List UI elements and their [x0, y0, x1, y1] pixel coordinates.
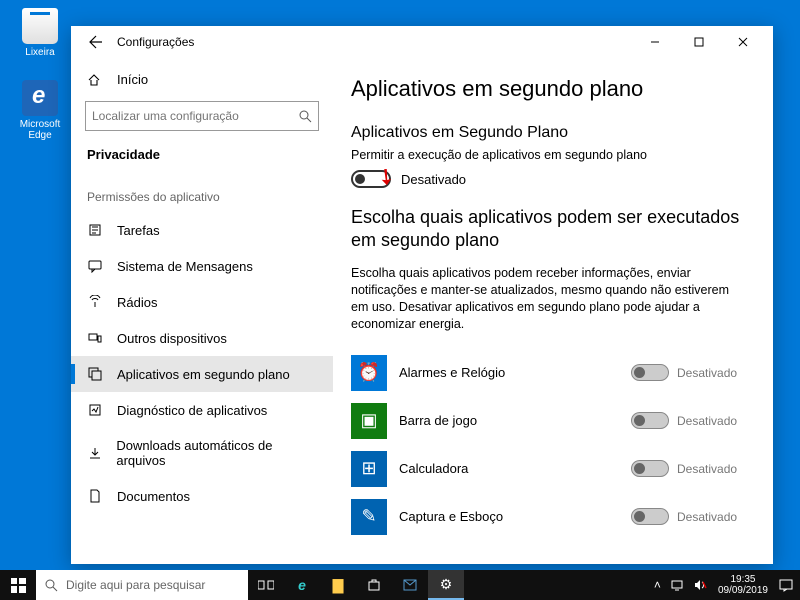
app-toggle-state: Desativado [677, 366, 743, 380]
settings-search-input[interactable] [92, 109, 298, 123]
nav-label: Rádios [117, 295, 157, 310]
tray-chevron-up-icon[interactable]: ˄ [649, 578, 666, 592]
clock-date: 09/09/2019 [718, 585, 768, 596]
documents-icon [87, 488, 103, 504]
page-heading: Aplicativos em segundo plano [351, 76, 743, 102]
tray-network-icon[interactable] [666, 579, 689, 591]
app-row: ⏰ Alarmes e Relógio Desativado [351, 349, 743, 397]
tasks-icon [87, 222, 103, 238]
devices-icon [87, 330, 103, 346]
task-view-button[interactable] [248, 570, 284, 600]
back-button[interactable] [79, 26, 111, 58]
home-link[interactable]: Início [71, 64, 333, 95]
app-icon-alarmes: ⏰ [351, 355, 387, 391]
app-row: ▣ Barra de jogo Desativado [351, 397, 743, 445]
downloads-icon [87, 445, 102, 461]
nav-item-tarefas[interactable]: Tarefas [71, 212, 333, 248]
app-name: Barra de jogo [399, 413, 631, 428]
app-toggle-state: Desativado [677, 414, 743, 428]
edge-icon [22, 80, 58, 116]
close-button[interactable] [721, 27, 765, 57]
taskbar-store[interactable] [356, 570, 392, 600]
app-toggle[interactable] [631, 508, 669, 525]
master-toggle-state: Desativado [401, 172, 466, 187]
nav-item-radios[interactable]: Rádios [71, 284, 333, 320]
app-name: Calculadora [399, 461, 631, 476]
category-title: Privacidade [71, 141, 333, 174]
main-panel: Aplicativos em segundo plano Aplicativos… [333, 58, 773, 564]
app-icon-barra-jogo: ▣ [351, 403, 387, 439]
recycle-bin-icon [22, 8, 58, 44]
start-button[interactable] [0, 570, 36, 600]
clock-time: 19:35 [718, 574, 768, 585]
app-toggle[interactable] [631, 412, 669, 429]
home-label: Início [117, 72, 148, 87]
app-toggle-state: Desativado [677, 510, 743, 524]
taskbar-mail[interactable] [392, 570, 428, 600]
app-toggle[interactable] [631, 364, 669, 381]
nav-item-apps-segundo-plano[interactable]: Aplicativos em segundo plano [71, 356, 333, 392]
settings-search[interactable] [85, 101, 319, 131]
search-icon [298, 109, 312, 123]
allow-label: Permitir a execução de aplicativos em se… [351, 148, 743, 162]
taskbar-explorer[interactable]: ▇ [320, 570, 356, 600]
recycle-bin-label: Lixeira [10, 47, 70, 58]
nav-item-diagnostico[interactable]: Diagnóstico de aplicativos [71, 392, 333, 428]
search-icon [44, 578, 58, 592]
diagnostics-icon [87, 402, 103, 418]
titlebar: Configurações [71, 26, 773, 58]
nav-item-outros-dispositivos[interactable]: Outros dispositivos [71, 320, 333, 356]
background-apps-icon [87, 366, 103, 382]
nav-label: Sistema de Mensagens [117, 259, 253, 274]
messaging-icon [87, 258, 103, 274]
app-icon-calculadora: ⊞ [351, 451, 387, 487]
nav-label: Tarefas [117, 223, 160, 238]
tray-volume-icon[interactable] [689, 579, 712, 591]
taskbar-search-placeholder: Digite aqui para pesquisar [66, 578, 205, 592]
section-subheading: Aplicativos em Segundo Plano [351, 124, 743, 142]
choose-heading: Escolha quais aplicativos podem ser exec… [351, 206, 743, 251]
taskbar-search[interactable]: Digite aqui para pesquisar [36, 570, 248, 600]
nav-item-downloads[interactable]: Downloads automáticos de arquivos [71, 428, 333, 478]
app-row: ✎ Captura e Esboço Desativado [351, 493, 743, 541]
taskbar-clock[interactable]: 19:35 09/09/2019 [712, 574, 774, 596]
choose-description: Escolha quais aplicativos podem receber … [351, 265, 743, 333]
permissions-header: Permissões do aplicativo [71, 174, 333, 212]
nav-label: Outros dispositivos [117, 331, 227, 346]
taskbar-edge[interactable]: e [284, 570, 320, 600]
app-name: Captura e Esboço [399, 509, 631, 524]
taskbar-settings[interactable]: ⚙ [428, 570, 464, 600]
minimize-button[interactable] [633, 27, 677, 57]
nav-label: Diagnóstico de aplicativos [117, 403, 267, 418]
app-toggle-state: Desativado [677, 462, 743, 476]
app-row: ⊞ Calculadora Desativado [351, 445, 743, 493]
nav-label: Documentos [117, 489, 190, 504]
master-toggle[interactable] [351, 170, 391, 188]
app-name: Alarmes e Relógio [399, 365, 631, 380]
nav-item-documentos[interactable]: Documentos [71, 478, 333, 514]
taskbar: Digite aqui para pesquisar e ▇ ⚙ ˄ 19:35… [0, 570, 800, 600]
app-icon-captura: ✎ [351, 499, 387, 535]
edge-shortcut[interactable]: Microsoft Edge [10, 80, 70, 141]
action-center-icon[interactable] [774, 579, 798, 592]
nav-label: Downloads automáticos de arquivos [116, 438, 317, 468]
nav-list: Tarefas Sistema de Mensagens Rádios Outr… [71, 212, 333, 514]
settings-window: Configurações Início Privacidade Permiss… [71, 26, 773, 564]
edge-label: Microsoft Edge [10, 119, 70, 141]
maximize-button[interactable] [677, 27, 721, 57]
nav-label: Aplicativos em segundo plano [117, 367, 290, 382]
sidebar: Início Privacidade Permissões do aplicat… [71, 58, 333, 564]
nav-item-mensagens[interactable]: Sistema de Mensagens [71, 248, 333, 284]
radios-icon [87, 294, 103, 310]
home-icon [87, 73, 103, 87]
app-toggle[interactable] [631, 460, 669, 477]
recycle-bin[interactable]: Lixeira [10, 8, 70, 58]
window-title: Configurações [117, 35, 194, 49]
system-tray: ˄ 19:35 09/09/2019 [649, 574, 800, 596]
